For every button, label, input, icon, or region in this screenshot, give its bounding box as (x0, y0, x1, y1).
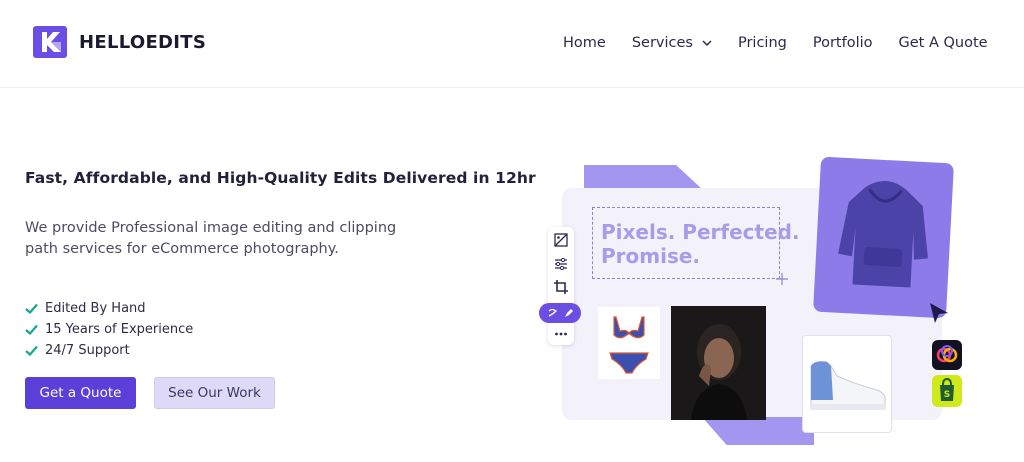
sneaker-product-card (802, 335, 892, 433)
hoodie-product-image (838, 181, 928, 288)
chevron-down-icon (702, 39, 712, 46)
nav-get-a-quote-label: Get A Quote (898, 35, 988, 51)
check-icon (25, 324, 38, 335)
get-a-quote-button[interactable]: Get a Quote (25, 377, 136, 409)
decor-shape (584, 165, 702, 189)
tagline-selection: Pixels. Perfected. Promise. (592, 207, 800, 279)
feature-label: 24/7 Support (45, 343, 130, 358)
tagline-line-2: Promise. (601, 244, 701, 268)
nav-services[interactable]: Services (632, 35, 712, 51)
nav-home-label: Home (563, 35, 606, 51)
tagline-text: Pixels. Perfected. Promise. (601, 220, 800, 268)
portrait-photo-image (671, 306, 766, 420)
plus-cursor-icon (776, 273, 788, 285)
see-our-work-button[interactable]: See Our Work (154, 377, 275, 409)
nav-home[interactable]: Home (563, 35, 606, 51)
nav-portfolio-label: Portfolio (812, 35, 873, 51)
creative-cloud-glyph (936, 345, 958, 363)
feature-label: 15 Years of Experience (45, 322, 194, 337)
feature-label: Edited By Hand (45, 301, 146, 316)
editor-toolbar (539, 227, 581, 345)
feature-item: 15 Years of Experience (25, 319, 193, 340)
pen-tool-icon (564, 308, 573, 317)
shopify-icon: S (932, 375, 962, 407)
check-icon (25, 303, 38, 314)
feature-item: 24/7 Support (25, 340, 193, 361)
bikini-product-image (598, 307, 660, 379)
image-icon (554, 233, 568, 247)
site-header: HELLOEDITS Home Services Pricing Portfol… (0, 0, 1024, 88)
main-nav: Home Services Pricing Portfolio Get A Qu… (563, 35, 988, 51)
hero-headline: Fast, Affordable, and High-Quality Edits… (25, 169, 536, 187)
nav-services-label: Services (631, 35, 693, 51)
check-icon (25, 345, 38, 356)
nav-pricing[interactable]: Pricing (738, 35, 787, 51)
tagline-line-1: Pixels. Perfected. (601, 220, 800, 244)
cursor-arrow-icon (930, 303, 948, 323)
pen-tool-button[interactable] (539, 303, 581, 323)
lasso-icon (548, 308, 557, 317)
shopify-glyph: S (940, 377, 954, 401)
crop-icon (554, 280, 568, 294)
svg-text:S: S (944, 390, 950, 400)
nav-pricing-label: Pricing (737, 35, 787, 51)
sliders-icon (555, 257, 567, 271)
creative-cloud-icon (932, 340, 962, 370)
brand-name: HELLOEDITS (79, 31, 207, 53)
feature-item: Edited By Hand (25, 298, 193, 319)
hero-illustration: Pixels. Perfected. Promise. S (539, 155, 1024, 455)
nav-portfolio[interactable]: Portfolio (813, 35, 873, 51)
sneaker-product-image (810, 361, 886, 410)
helloedits-logo-icon (33, 26, 67, 58)
more-icon (555, 332, 567, 336)
nav-get-a-quote[interactable]: Get A Quote (899, 35, 988, 51)
decor-shape (702, 417, 814, 445)
logo[interactable]: HELLOEDITS (33, 26, 206, 58)
hoodie-product-card (813, 156, 954, 319)
hero-subtext: We provide Professional image editing an… (25, 220, 397, 257)
feature-list: Edited By Hand 15 Years of Experience 24… (25, 298, 193, 361)
